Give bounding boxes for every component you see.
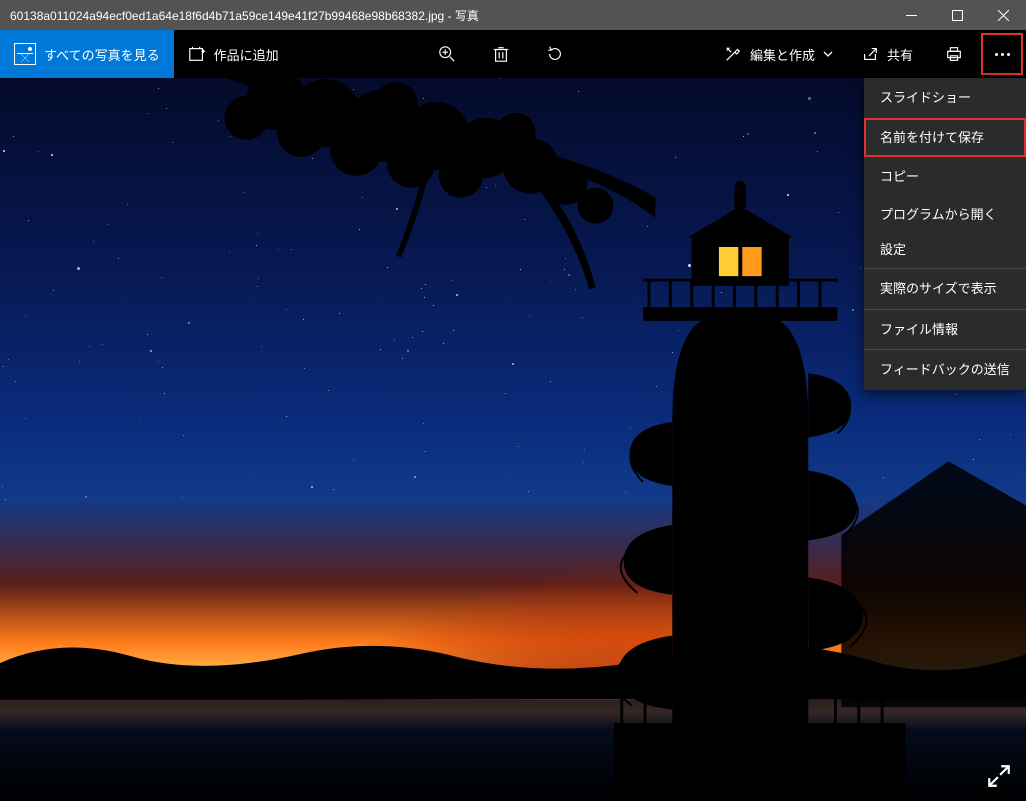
edit-tools-icon: [724, 45, 742, 63]
zoom-button[interactable]: [420, 30, 474, 78]
chevron-down-icon: [823, 45, 833, 63]
menu-group: プログラムから開く 設定: [864, 197, 1026, 268]
window-title: 60138a011024a94ecf0ed1a64e18f6d4b71a59ce…: [0, 7, 888, 24]
edit-create-button[interactable]: 編集と作成: [710, 30, 847, 78]
rotate-icon: [546, 45, 564, 63]
album-add-icon: [188, 45, 206, 63]
magnifier-plus-icon: [438, 45, 456, 63]
menu-item-open-with[interactable]: プログラムから開く: [864, 197, 1026, 233]
window-titlebar: 60138a011024a94ecf0ed1a64e18f6d4b71a59ce…: [0, 0, 1026, 30]
menu-item-actual-size-label: 実際のサイズで表示: [880, 281, 997, 296]
more-wrap: [981, 30, 1026, 78]
menu-item-open-with-label: プログラムから開く: [880, 207, 997, 222]
menu-item-slideshow-label: スライドショー: [880, 90, 971, 105]
fullscreen-button[interactable]: [986, 763, 1012, 789]
rotate-button[interactable]: [528, 30, 582, 78]
menu-item-feedback[interactable]: フィードバックの送信: [864, 350, 1026, 390]
trash-icon: [492, 45, 510, 63]
menu-item-copy[interactable]: コピー: [864, 157, 1026, 197]
more-options-button[interactable]: [981, 33, 1023, 75]
print-button[interactable]: [927, 30, 981, 78]
more-options-menu: スライドショー 名前を付けて保存 コピー プログラムから開く 設定 実際のサイズ…: [864, 78, 1026, 390]
menu-item-actual-size[interactable]: 実際のサイズで表示: [864, 269, 1026, 309]
menu-item-save-as[interactable]: 名前を付けて保存: [864, 118, 1026, 158]
menu-item-file-info[interactable]: ファイル情報: [864, 310, 1026, 350]
app-toolbar: すべての写真を見る 作品に追加 編集と作成 共: [0, 30, 1026, 78]
window-minimize-button[interactable]: [888, 0, 934, 30]
delete-button[interactable]: [474, 30, 528, 78]
add-to-creation-label: 作品に追加: [214, 45, 279, 64]
toolbar-spacer-left: [293, 30, 421, 78]
share-button[interactable]: 共有: [847, 30, 927, 78]
menu-item-slideshow[interactable]: スライドショー: [864, 78, 1026, 118]
menu-item-settings[interactable]: 設定: [864, 232, 1026, 268]
add-to-creation-button[interactable]: 作品に追加: [174, 30, 293, 78]
menu-item-copy-label: コピー: [880, 169, 919, 184]
ellipsis-icon: [995, 53, 1010, 56]
menu-item-file-info-label: ファイル情報: [880, 322, 958, 337]
window-close-button[interactable]: [980, 0, 1026, 30]
window-maximize-button[interactable]: [934, 0, 980, 30]
printer-icon: [945, 45, 963, 63]
menu-item-settings-label: 設定: [880, 242, 906, 257]
toolbar-spacer-right: [582, 30, 710, 78]
picture-icon: [14, 43, 36, 65]
edit-create-label: 編集と作成: [750, 45, 815, 64]
see-all-photos-label: すべての写真を見る: [44, 45, 160, 64]
menu-item-feedback-label: フィードバックの送信: [880, 362, 1010, 377]
see-all-photos-button[interactable]: すべての写真を見る: [0, 30, 174, 78]
menu-item-save-as-label: 名前を付けて保存: [880, 130, 984, 145]
share-label: 共有: [887, 45, 913, 64]
share-icon: [861, 45, 879, 63]
